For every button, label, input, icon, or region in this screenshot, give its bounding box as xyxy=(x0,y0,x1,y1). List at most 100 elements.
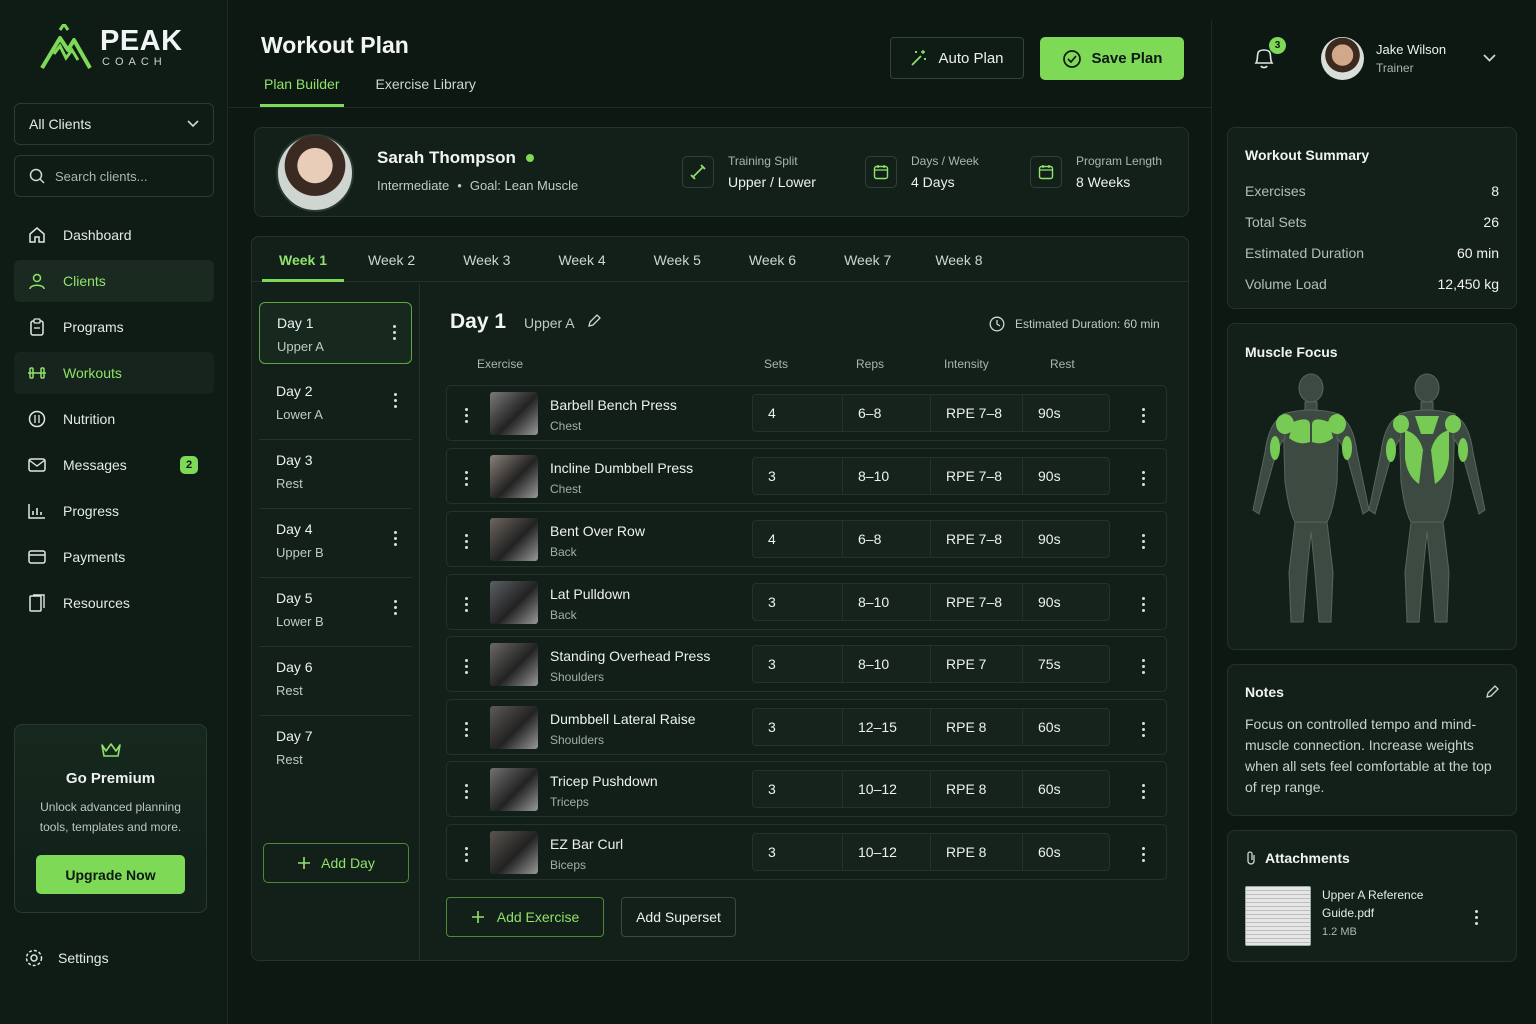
sidebar-item-payments[interactable]: Payments xyxy=(14,536,214,578)
sets-input[interactable]: 3 xyxy=(752,583,843,621)
intensity-input[interactable]: RPE 8 xyxy=(930,708,1023,746)
tab-exercise-library[interactable]: Exercise Library xyxy=(372,76,480,107)
sidebar-item-workouts[interactable]: Workouts xyxy=(14,352,214,394)
sidebar-item-clients[interactable]: Clients xyxy=(14,260,214,302)
intensity-input[interactable]: RPE 7 xyxy=(930,645,1023,683)
upgrade-now-button[interactable]: Upgrade Now xyxy=(36,855,185,894)
rest-input[interactable]: 90s xyxy=(1022,457,1110,495)
more-options-icon[interactable] xyxy=(1140,847,1146,862)
intensity-input[interactable]: RPE 8 xyxy=(930,770,1023,808)
day-item-5[interactable]: Day 5 Lower B xyxy=(259,578,412,647)
tab-week-7[interactable]: Week 7 xyxy=(820,237,915,282)
reps-input[interactable]: 6–8 xyxy=(842,394,931,432)
drag-handle-icon[interactable] xyxy=(463,784,469,799)
drag-handle-icon[interactable] xyxy=(463,659,469,674)
sidebar-item-progress[interactable]: Progress xyxy=(14,490,214,532)
tab-week-3[interactable]: Week 3 xyxy=(439,237,534,282)
sidebar-item-dashboard[interactable]: Dashboard xyxy=(14,214,214,256)
search-clients-input[interactable]: Search clients... xyxy=(14,155,214,197)
exercise-row[interactable]: Lat Pulldown Back 3 8–10 RPE 7–8 90s xyxy=(446,574,1167,630)
tab-week-2[interactable]: Week 2 xyxy=(344,237,439,282)
add-day-button[interactable]: Add Day xyxy=(263,843,409,883)
add-exercise-button[interactable]: Add Exercise xyxy=(446,897,604,937)
rest-input[interactable]: 90s xyxy=(1022,583,1110,621)
day-item-2[interactable]: Day 2 Lower A xyxy=(259,371,412,440)
reps-input[interactable]: 8–10 xyxy=(842,457,931,495)
sets-input[interactable]: 3 xyxy=(752,708,843,746)
rest-input[interactable]: 90s xyxy=(1022,520,1110,558)
intensity-input[interactable]: RPE 7–8 xyxy=(930,520,1023,558)
tab-week-4[interactable]: Week 4 xyxy=(534,237,629,282)
edit-pencil-icon[interactable] xyxy=(1485,685,1499,699)
rest-input[interactable]: 60s xyxy=(1022,833,1110,871)
more-options-icon[interactable] xyxy=(1140,722,1146,737)
tab-week-5[interactable]: Week 5 xyxy=(630,237,725,282)
rest-input[interactable]: 60s xyxy=(1022,708,1110,746)
sets-input[interactable]: 3 xyxy=(752,770,843,808)
sets-input[interactable]: 3 xyxy=(752,833,843,871)
intensity-input[interactable]: RPE 7–8 xyxy=(930,457,1023,495)
more-options-icon[interactable] xyxy=(1473,910,1479,925)
exercise-row[interactable]: Incline Dumbbell Press Chest 3 8–10 RPE 7–8 9… xyxy=(446,448,1167,504)
drag-handle-icon[interactable] xyxy=(463,534,469,549)
reps-input[interactable]: 6–8 xyxy=(842,520,931,558)
more-options-icon[interactable] xyxy=(1140,471,1146,486)
tab-week-6[interactable]: Week 6 xyxy=(725,237,820,282)
drag-handle-icon[interactable] xyxy=(463,847,469,862)
brand-logo[interactable]: PEAK COACH xyxy=(40,24,183,70)
notifications-button[interactable]: 3 xyxy=(1252,37,1286,72)
exercise-row[interactable]: Barbell Bench Press Chest 4 6–8 RPE 7–8 90s xyxy=(446,385,1167,441)
more-options-icon[interactable] xyxy=(1140,597,1146,612)
sidebar-item-messages[interactable]: Messages 2 xyxy=(14,444,214,486)
settings-link[interactable]: Settings xyxy=(24,948,109,968)
exercise-row[interactable]: Dumbbell Lateral Raise Shoulders 3 12–15 RPE… xyxy=(446,699,1167,755)
drag-handle-icon[interactable] xyxy=(463,408,469,423)
exercise-row[interactable]: Bent Over Row Back 4 6–8 RPE 7–8 90s xyxy=(446,511,1167,567)
drag-handle-icon[interactable] xyxy=(463,722,469,737)
add-superset-button[interactable]: Add Superset xyxy=(621,897,736,937)
more-options-icon[interactable] xyxy=(392,531,398,546)
day-item-7[interactable]: Day 7 Rest xyxy=(259,716,412,785)
reps-input[interactable]: 8–10 xyxy=(842,583,931,621)
rest-input[interactable]: 75s xyxy=(1022,645,1110,683)
sidebar-item-resources[interactable]: Resources xyxy=(14,582,214,624)
user-menu[interactable]: Jake Wilson Trainer xyxy=(1321,36,1501,80)
exercise-row[interactable]: Tricep Pushdown Triceps 3 10–12 RPE 8 60s xyxy=(446,761,1167,817)
sidebar-item-programs[interactable]: Programs xyxy=(14,306,214,348)
more-options-icon[interactable] xyxy=(391,325,397,340)
day-item-3[interactable]: Day 3 Rest xyxy=(259,440,412,509)
intensity-input[interactable]: RPE 7–8 xyxy=(930,583,1023,621)
reps-input[interactable]: 10–12 xyxy=(842,833,931,871)
client-filter-select[interactable]: All Clients xyxy=(14,103,214,145)
day-item-1[interactable]: Day 1 Upper A xyxy=(259,302,412,364)
more-options-icon[interactable] xyxy=(1140,408,1146,423)
reps-input[interactable]: 12–15 xyxy=(842,708,931,746)
exercise-row[interactable]: Standing Overhead Press Shoulders 3 8–10 RPE… xyxy=(446,636,1167,692)
tab-week-1[interactable]: Week 1 xyxy=(262,237,344,282)
sidebar-item-nutrition[interactable]: Nutrition xyxy=(14,398,214,440)
save-plan-button[interactable]: Save Plan xyxy=(1040,37,1184,80)
day-item-4[interactable]: Day 4 Upper B xyxy=(259,509,412,578)
intensity-input[interactable]: RPE 8 xyxy=(930,833,1023,871)
day-item-6[interactable]: Day 6 Rest xyxy=(259,647,412,716)
reps-input[interactable]: 8–10 xyxy=(842,645,931,683)
tab-week-8[interactable]: Week 8 xyxy=(915,237,1002,282)
tab-plan-builder[interactable]: Plan Builder xyxy=(260,76,344,107)
more-options-icon[interactable] xyxy=(1140,784,1146,799)
rest-input[interactable]: 60s xyxy=(1022,770,1110,808)
more-options-icon[interactable] xyxy=(392,600,398,615)
attachment-item[interactable]: Upper A Reference Guide.pdf 1.2 MB xyxy=(1245,886,1499,946)
drag-handle-icon[interactable] xyxy=(463,597,469,612)
sets-input[interactable]: 4 xyxy=(752,520,843,558)
rest-input[interactable]: 90s xyxy=(1022,394,1110,432)
sets-input[interactable]: 4 xyxy=(752,394,843,432)
edit-pencil-icon[interactable] xyxy=(587,314,601,328)
more-options-icon[interactable] xyxy=(1140,534,1146,549)
more-options-icon[interactable] xyxy=(392,393,398,408)
sets-input[interactable]: 3 xyxy=(752,645,843,683)
intensity-input[interactable]: RPE 7–8 xyxy=(930,394,1023,432)
exercise-row[interactable]: EZ Bar Curl Biceps 3 10–12 RPE 8 60s xyxy=(446,824,1167,880)
sets-input[interactable]: 3 xyxy=(752,457,843,495)
auto-plan-button[interactable]: Auto Plan xyxy=(890,37,1024,79)
more-options-icon[interactable] xyxy=(1140,659,1146,674)
